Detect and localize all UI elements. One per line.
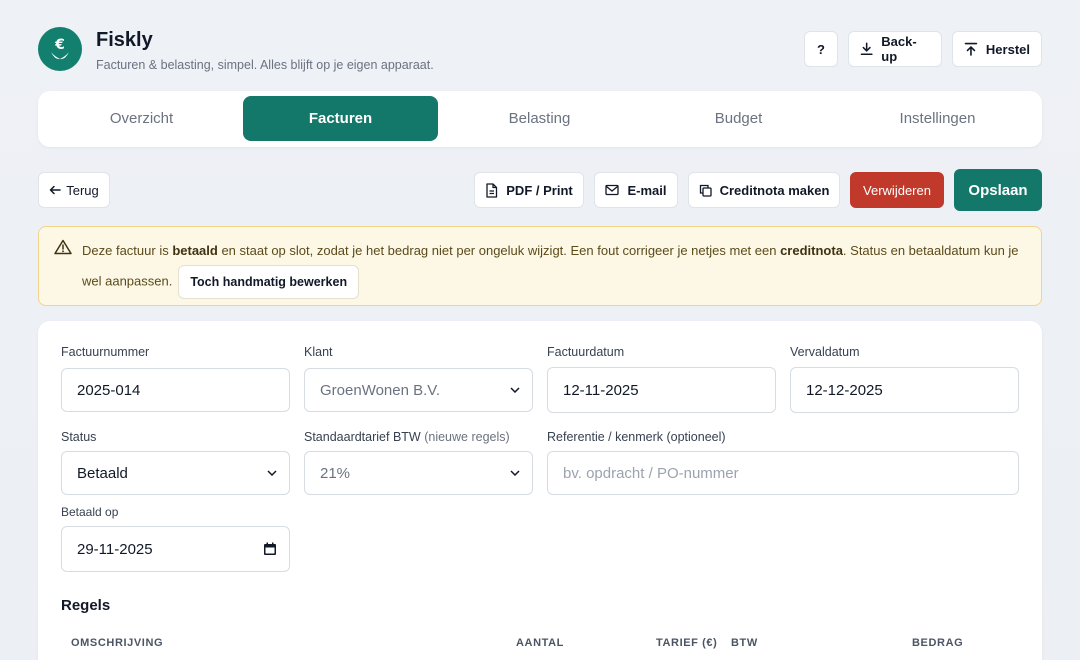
due-date-input[interactable]: 12-12-2025 xyxy=(790,367,1019,413)
invoice-number-label: Factuurnummer xyxy=(61,345,150,359)
save-label: Opslaan xyxy=(968,181,1028,199)
backup-label: Back-up xyxy=(881,34,917,64)
arrow-left-icon xyxy=(49,185,61,195)
email-label: E-mail xyxy=(627,182,667,198)
app-header: € Fiskly Facturen & belasting, simpel. A… xyxy=(38,27,1042,73)
back-button[interactable]: Terug xyxy=(38,172,110,208)
email-button[interactable]: E-mail xyxy=(594,172,678,208)
due-date-label: Vervaldatum xyxy=(790,345,860,359)
banner-strong-credit: creditnota xyxy=(780,243,843,258)
vat-rate-label-text: Standaardtarief BTW xyxy=(304,430,421,444)
column-description: OMSCHRIJVING xyxy=(71,637,164,649)
banner-message: Deze factuur is betaald en staat op slot… xyxy=(82,237,1032,299)
app-subtitle: Facturen & belasting, simpel. Alles blij… xyxy=(96,58,434,72)
delete-button[interactable]: Verwijderen xyxy=(850,172,944,208)
help-label: ? xyxy=(817,41,825,57)
locked-invoice-banner: Deze factuur is betaald en staat op slot… xyxy=(38,226,1042,306)
restore-label: Herstel xyxy=(985,41,1030,57)
logo: € xyxy=(38,27,82,71)
manual-edit-button[interactable]: Toch handmatig bewerken xyxy=(178,265,360,299)
restore-button[interactable]: Herstel xyxy=(952,31,1042,67)
vat-rate-select[interactable]: 21% xyxy=(304,451,533,495)
reference-input[interactable]: bv. opdracht / PO-nummer xyxy=(547,451,1019,495)
vat-rate-label-note: (nieuwe regels) xyxy=(424,430,510,444)
pdf-print-label: PDF / Print xyxy=(506,182,573,198)
save-button[interactable]: Opslaan xyxy=(954,169,1042,211)
status-select[interactable]: Betaald xyxy=(61,451,290,495)
main-tabs: Overzicht Facturen Belasting Budget Inst… xyxy=(38,91,1042,147)
invoice-form-card: Factuurnummer 2025-014 Klant GroenWonen … xyxy=(38,321,1042,660)
client-value: GroenWonen B.V. xyxy=(320,381,441,399)
lines-section-title: Regels xyxy=(61,597,111,614)
column-amount: BEDRAG xyxy=(912,637,964,649)
credit-note-button[interactable]: Creditnota maken xyxy=(688,172,840,208)
back-label: Terug xyxy=(66,182,99,198)
tab-budget[interactable]: Budget xyxy=(641,96,836,141)
invoice-number-value: 2025-014 xyxy=(77,381,141,399)
vat-rate-value: 21% xyxy=(320,464,351,482)
status-value: Betaald xyxy=(77,464,128,482)
pdf-print-button[interactable]: PDF / Print xyxy=(474,172,584,208)
tab-belasting[interactable]: Belasting xyxy=(442,96,637,141)
calendar-icon[interactable] xyxy=(263,542,277,556)
client-select[interactable]: GroenWonen B.V. xyxy=(304,368,533,412)
download-icon xyxy=(860,42,873,55)
document-icon xyxy=(486,182,498,198)
paid-on-value: 29-11-2025 xyxy=(77,540,153,558)
tab-overzicht[interactable]: Overzicht xyxy=(44,96,239,141)
invoice-date-label: Factuurdatum xyxy=(547,345,625,359)
delete-label: Verwijderen xyxy=(863,182,931,198)
vat-rate-label: Standaardtarief BTW (nieuwe regels) xyxy=(304,430,510,444)
column-quantity: AANTAL xyxy=(516,637,564,649)
invoice-number-input[interactable]: 2025-014 xyxy=(61,368,290,412)
paid-on-date-input[interactable]: 29-11-2025 xyxy=(61,526,290,572)
chevron-down-icon xyxy=(267,470,277,476)
svg-text:€: € xyxy=(54,37,65,53)
column-rate: TARIEF (€) xyxy=(656,637,718,649)
mail-icon xyxy=(605,184,620,196)
app-title: Fiskly xyxy=(96,29,153,51)
invoice-date-input[interactable]: 12-11-2025 xyxy=(547,367,776,413)
client-label: Klant xyxy=(304,345,333,359)
reference-label: Referentie / kenmerk (optioneel) xyxy=(547,430,726,444)
credit-note-label: Creditnota maken xyxy=(719,182,830,198)
tab-instellingen[interactable]: Instellingen xyxy=(840,96,1035,141)
chevron-down-icon xyxy=(510,470,520,476)
euro-plant-icon: € xyxy=(51,37,69,60)
help-button[interactable]: ? xyxy=(804,31,838,67)
paid-on-label: Betaald op xyxy=(61,505,119,519)
copy-icon xyxy=(699,184,712,197)
status-label: Status xyxy=(61,430,97,444)
due-date-value: 12-12-2025 xyxy=(806,381,883,399)
upload-icon xyxy=(964,42,978,56)
column-vat: BTW xyxy=(731,637,758,649)
reference-placeholder: bv. opdracht / PO-nummer xyxy=(563,464,739,482)
warning-icon xyxy=(54,239,72,255)
chevron-down-icon xyxy=(510,387,520,393)
backup-button[interactable]: Back-up xyxy=(848,31,942,67)
tab-facturen[interactable]: Facturen xyxy=(243,96,438,141)
banner-strong-paid: betaald xyxy=(172,243,218,258)
banner-text-1: Deze factuur is xyxy=(82,243,173,258)
invoice-date-value: 12-11-2025 xyxy=(563,381,639,399)
banner-text-2: en staat op slot, zodat je het bedrag ni… xyxy=(217,243,781,258)
